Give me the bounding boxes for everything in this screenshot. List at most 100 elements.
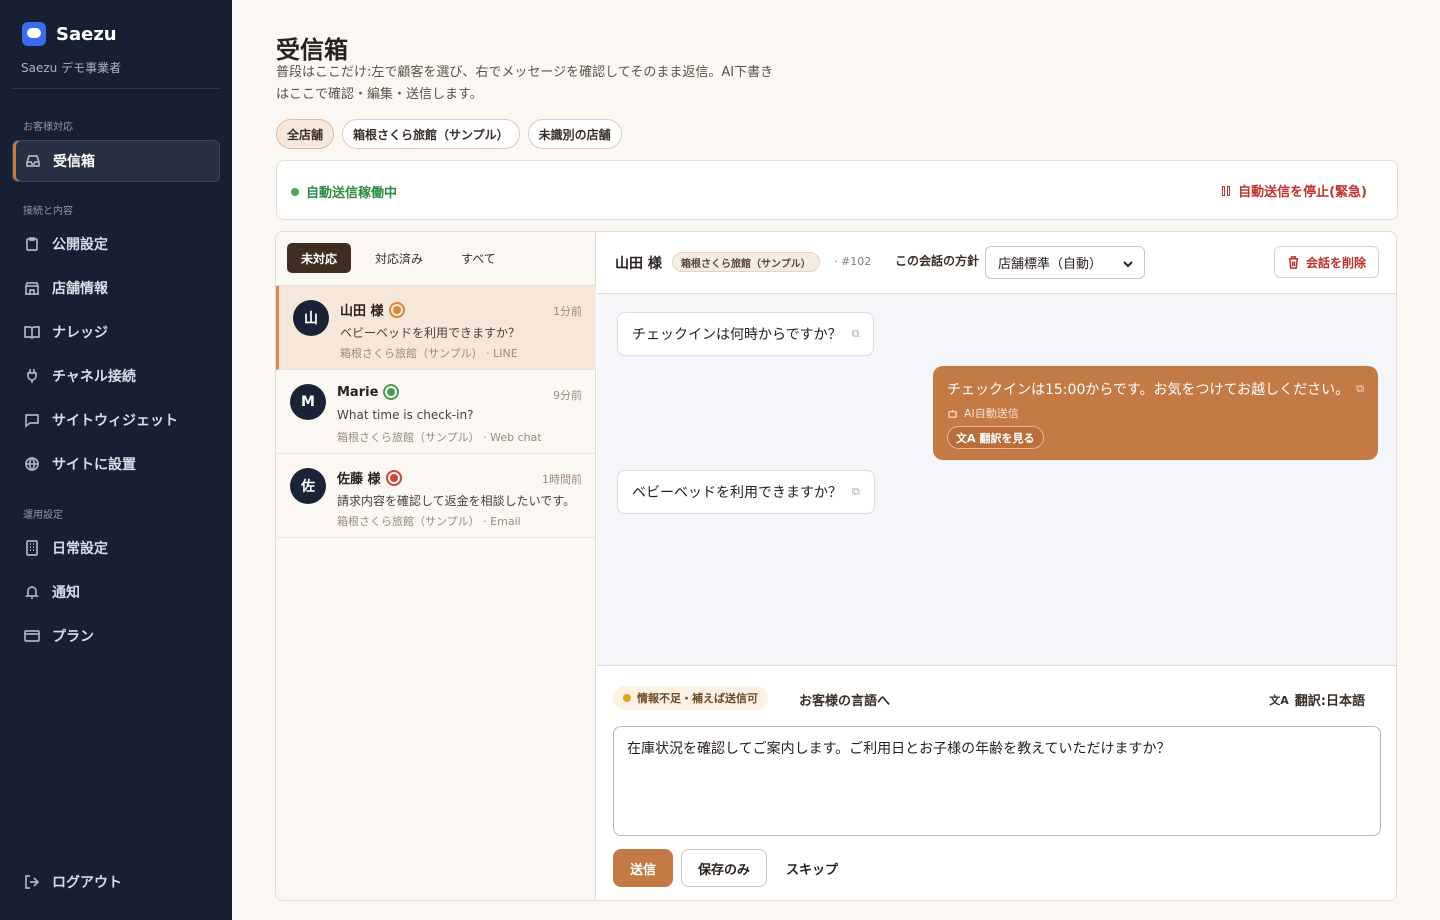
org-name: Saezu デモ事業者 [21, 61, 122, 75]
globe-icon [24, 456, 40, 472]
avatar: M [290, 384, 326, 420]
brand[interactable]: Saezu [22, 22, 117, 46]
conversation-name-row: 佐藤 様 [337, 468, 402, 487]
conversation-time: 1分前 [553, 305, 582, 318]
policy-select[interactable]: 店舗標準（自動） [985, 246, 1145, 279]
logout-label: ログアウト [52, 875, 122, 891]
section-ops: 運用設定 [23, 510, 63, 521]
sidebar-item-publish[interactable]: 公開設定 [12, 223, 220, 265]
sidebar-item-widget[interactable]: サイトウィジェット [12, 399, 220, 441]
conversation-meta: 箱根さくら旅館（サンプル） · LINE [340, 347, 518, 360]
conversation-item[interactable]: M Marie 9分前 What time is check-in? 箱根さくら… [276, 370, 596, 454]
store-filters: 全店舗 箱根さくら旅館（サンプル） 未識別の店舗 [276, 119, 622, 149]
sidebar-item-label: プラン [52, 629, 94, 645]
conversation-name-row: 山田 様 [340, 300, 405, 319]
sidebar-item-label: 受信箱 [53, 154, 95, 170]
save-only-button[interactable]: 保存のみ [681, 849, 767, 887]
sidebar-item-plan[interactable]: プラン [12, 615, 220, 657]
conversation-preview: What time is check-in? [337, 408, 474, 422]
customer-language-tab[interactable]: お客様の言語へ [799, 690, 890, 709]
skip-button[interactable]: スキップ [775, 849, 849, 887]
sidebar-item-inbox[interactable]: 受信箱 [12, 140, 220, 182]
warning-dot-icon [623, 694, 631, 702]
copy-icon[interactable]: ⧉ [852, 327, 860, 341]
line-channel-icon [388, 301, 405, 318]
conversation-item[interactable]: 山 山田 様 1分前 ベビーベッドを利用できますか？ 箱根さくら旅館（サンプル）… [276, 286, 596, 370]
webchat-channel-icon [383, 384, 400, 400]
status-dot-icon [291, 187, 299, 196]
avatar: 佐 [290, 468, 326, 504]
filter-all-stores[interactable]: 全店舗 [276, 119, 335, 149]
inbox-panel: 未対応 対応済み すべて 山 山田 様 1分前 ベビーベッドを利用できますか？ … [275, 231, 1397, 901]
copy-icon[interactable]: ⧉ [1356, 382, 1364, 396]
sidebar-item-label: 公開設定 [52, 237, 108, 253]
bell-icon [24, 584, 40, 600]
building-icon [24, 540, 40, 556]
store-icon [24, 280, 40, 296]
reply-textarea[interactable]: 在庫状況を確認してご案内します。ご利用日とお子様の年齢を教えていただけますか？ [613, 726, 1381, 836]
conversation-preview: 請求内容を確認して返金を相談したいです。 [337, 494, 576, 508]
plug-icon [24, 368, 40, 384]
tab-unhandled[interactable]: 未対応 [287, 243, 352, 273]
copy-icon[interactable]: ⧉ [852, 485, 860, 499]
translate-icon: 文A [956, 431, 976, 445]
robot-icon [948, 409, 957, 418]
message-incoming: チェックインは何時からですか？ ⧉ [617, 312, 875, 356]
card-icon [24, 628, 40, 644]
reply-composer: 情報不足・補えば送信可 お客様の言語へ 文A 翻訳:日本語 在庫状況を確認してご… [597, 666, 1396, 900]
chat-id: · #102 [834, 255, 872, 268]
conversation-item[interactable]: 佐 佐藤 様 1時間前 請求内容を確認して返金を相談したいです。 箱根さくら旅館… [276, 454, 596, 538]
email-channel-icon [385, 469, 402, 486]
book-icon [24, 324, 40, 340]
list-tabs: 未対応 対応済み すべて [287, 243, 510, 273]
avatar: 山 [293, 300, 329, 336]
policy-label: この会話の方針 [895, 254, 980, 268]
sidebar-item-knowledge[interactable]: ナレッジ [12, 311, 220, 353]
view-translation-button[interactable]: 文A 翻訳を見る [947, 426, 1044, 449]
sidebar-item-label: 店舗情報 [52, 281, 108, 297]
chat-icon [24, 412, 40, 428]
sidebar-item-notify[interactable]: 通知 [12, 571, 220, 613]
sidebar-item-label: サイトウィジェット [52, 413, 178, 429]
auto-send-status: 自動送信稼働中 [291, 182, 397, 201]
chat-header: 山田 様 箱根さくら旅館（サンプル） · #102 この会話の方針 店舗標準（自… [597, 232, 1396, 294]
delete-conversation-button[interactable]: 会話を削除 [1274, 246, 1379, 278]
sidebar-item-install[interactable]: サイトに設置 [12, 443, 220, 485]
view-translation-label: 翻訳を見る [979, 431, 1035, 445]
message-outgoing: チェックインは15:00からです。お気をつけてお越しください。 ⧉ AI自動送信… [933, 366, 1378, 460]
conversation-preview: ベビーベッドを利用できますか？ [340, 326, 521, 340]
saezu-logo-icon [22, 22, 46, 46]
message-incoming: ベビーベッドを利用できますか？ ⧉ [617, 470, 875, 514]
app-name: Saezu [56, 23, 117, 45]
filter-hakone[interactable]: 箱根さくら旅館（サンプル） [342, 119, 520, 149]
sidebar-item-store[interactable]: 店舗情報 [12, 267, 220, 309]
tab-handled[interactable]: 対応済み [361, 243, 437, 273]
auto-send-bar: 自動送信稼働中 自動送信を停止(緊急) [276, 160, 1398, 220]
filter-unidentified[interactable]: 未識別の店舗 [527, 119, 622, 149]
send-button[interactable]: 送信 [613, 849, 673, 887]
sidebar-divider [12, 88, 220, 89]
ai-auto-label: AI自動送信 [964, 407, 1019, 420]
conversation-meta: 箱根さくら旅館（サンプル） · Web chat [337, 431, 542, 444]
translate-label: 翻訳:日本語 [1294, 694, 1365, 709]
sidebar-item-daily[interactable]: 日常設定 [12, 527, 220, 569]
message-text: チェックインは何時からですか？ [632, 327, 842, 343]
sidebar-item-label: ナレッジ [52, 325, 108, 341]
page-title: 受信箱 [276, 36, 348, 64]
logout-button[interactable]: ログアウト [12, 861, 220, 903]
delete-conversation-label: 会話を削除 [1305, 255, 1366, 270]
main: 受信箱 普段はここだけ:左で顧客を選び、右でメッセージを確認してそのまま返信。A… [232, 0, 1440, 920]
translate-icon: 文A [1269, 693, 1289, 707]
conversation-name: 山田 様 [340, 304, 384, 319]
conversation-name-row: Marie [337, 384, 400, 400]
sidebar: Saezu Saezu デモ事業者 お客様対応 受信箱 接続と内容 公開設定 店… [0, 0, 232, 920]
tab-all[interactable]: すべて [447, 243, 510, 273]
stop-auto-send-button[interactable]: 自動送信を停止(緊急) [1222, 181, 1367, 200]
sidebar-item-channels[interactable]: チャネル接続 [12, 355, 220, 397]
sidebar-item-label: サイトに設置 [52, 457, 136, 473]
stop-auto-send-label: 自動送信を停止(緊急) [1238, 185, 1367, 200]
composer-actions: 送信 保存のみ スキップ [613, 849, 849, 887]
translate-button[interactable]: 文A 翻訳:日本語 [1269, 690, 1365, 710]
trash-icon [1288, 255, 1299, 269]
section-connect: 接続と内容 [23, 206, 73, 217]
